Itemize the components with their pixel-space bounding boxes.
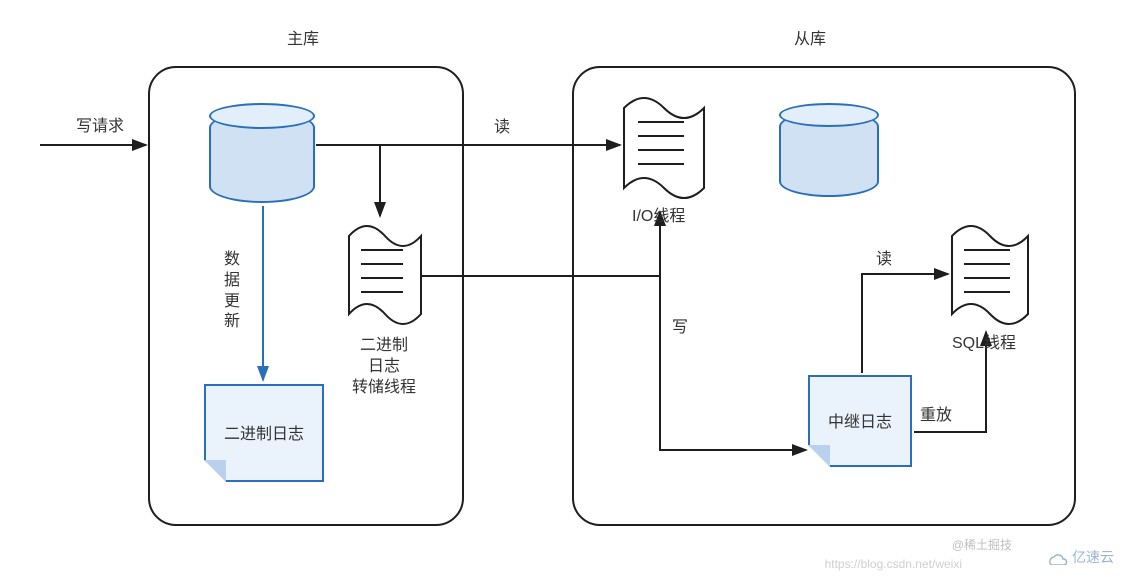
watermark-juejin: @稀土掘技 [952,536,1012,553]
write-request-label: 写请求 [76,117,124,138]
binlog-dump-thread-label: 二进制 日志 转储线程 [352,336,416,398]
slave-db-cylinder-icon [779,103,879,197]
watermark-yisu: 亿速云 [1046,547,1114,567]
relaylog-label: 中继日志 [810,408,910,432]
data-update-label: 数 据 更 新 [224,250,240,333]
binlog-note-icon: 二进制日志 [204,384,324,482]
io-thread-label: I/O线程 [632,207,685,228]
binlog-label: 二进制日志 [206,420,322,444]
relaylog-note-icon: 中继日志 [808,375,912,467]
sql-thread-label: SQL线程 [952,334,1016,355]
replay-label: 重放 [920,406,952,427]
write-label: 写 [672,318,688,339]
read-label-2: 读 [876,250,892,271]
slave-title: 从库 [794,30,826,51]
master-title: 主库 [287,30,319,51]
watermark-csdn: https://blog.csdn.net/weixi [825,557,962,571]
master-db-cylinder-icon [209,103,315,203]
binlog-scroll-icon [339,220,429,330]
sql-thread-scroll-icon [942,220,1038,330]
io-thread-scroll-icon [614,92,712,204]
read-label-1: 读 [494,118,510,139]
